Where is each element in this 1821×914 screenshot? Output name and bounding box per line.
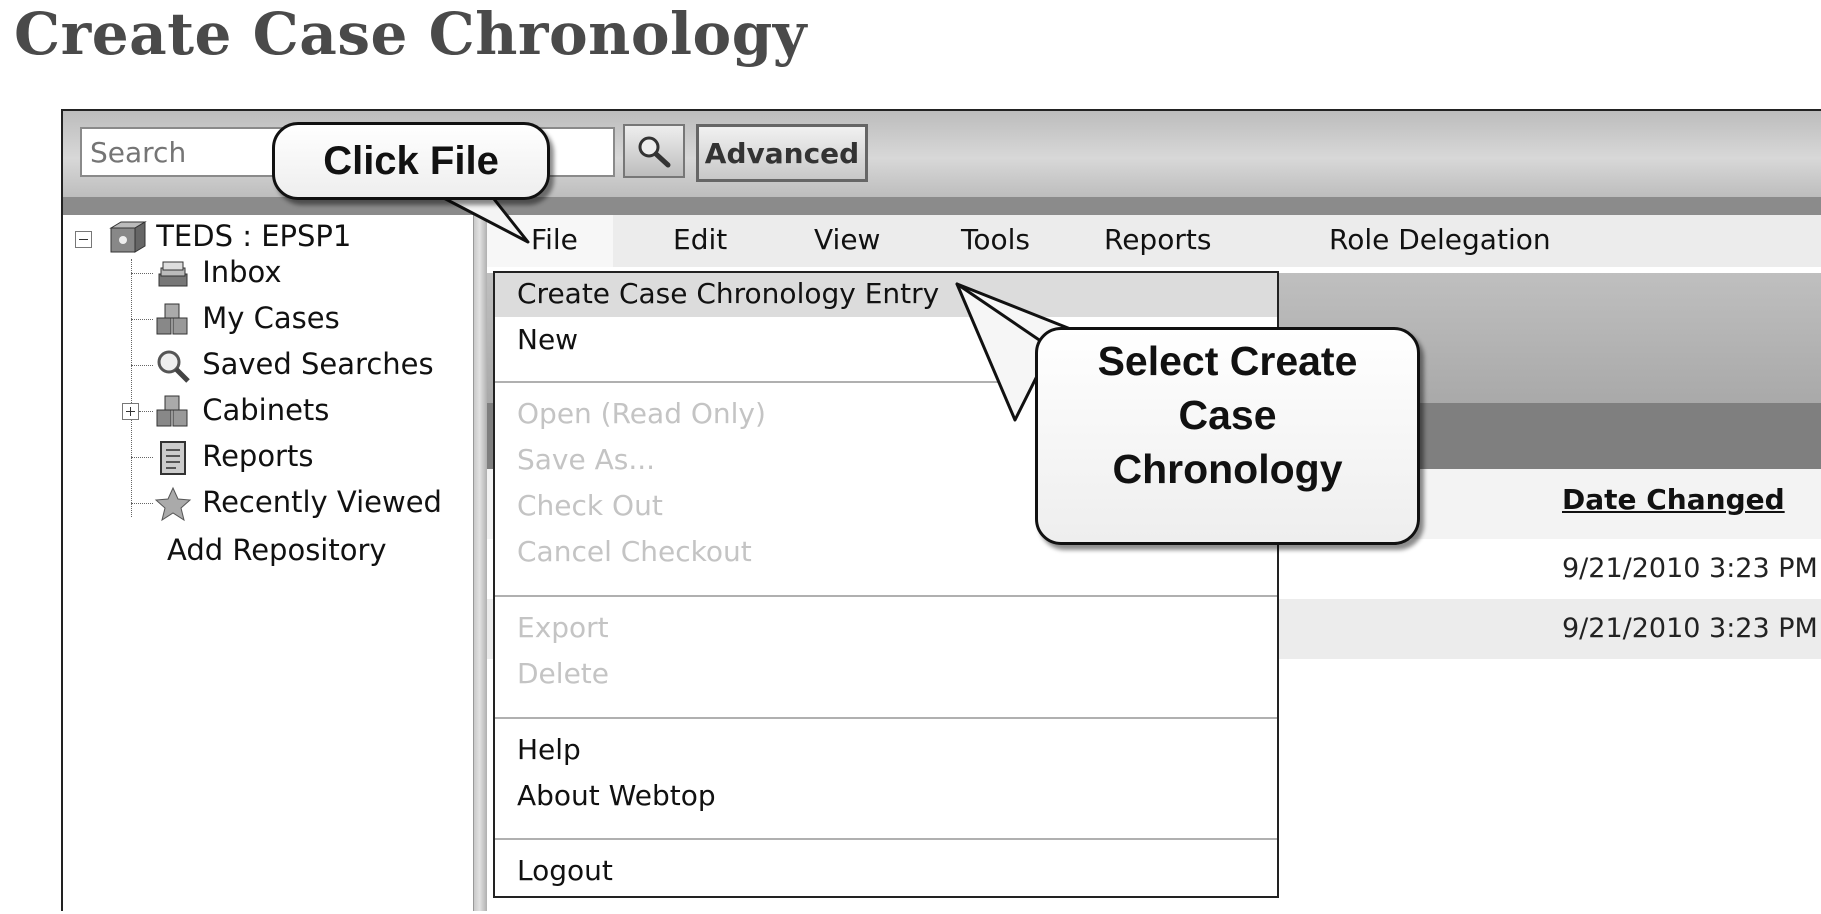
cases-icon bbox=[156, 303, 188, 335]
inbox-icon bbox=[158, 261, 188, 287]
menu-item-cancel-checkout: Cancel Checkout bbox=[517, 535, 752, 568]
tree-item-recently-viewed[interactable]: Recently Viewed bbox=[153, 485, 442, 522]
navigation-tree: TEDS : EPSP1 Inbox My Cases Saved Search… bbox=[63, 215, 473, 911]
menu-item-help[interactable]: Help bbox=[517, 733, 581, 766]
advanced-button[interactable]: Advanced bbox=[696, 124, 868, 182]
magnifier-icon bbox=[157, 350, 190, 383]
search-icon bbox=[638, 136, 671, 168]
tree-item-inbox[interactable]: Inbox bbox=[153, 255, 282, 292]
tree-root[interactable]: TEDS : EPSP1 bbox=[107, 219, 351, 256]
menu-item-logout[interactable]: Logout bbox=[517, 854, 613, 887]
document-title: Create Case Chronology bbox=[14, 0, 807, 68]
cabinet-icon bbox=[156, 395, 188, 427]
expand-cabinets-icon[interactable] bbox=[122, 403, 139, 420]
tree-item-label: Saved Searches bbox=[202, 347, 434, 381]
tree-item-reports[interactable]: Reports bbox=[153, 439, 313, 476]
report-icon bbox=[160, 441, 186, 475]
menu-item-export: Export bbox=[517, 611, 609, 644]
tree-root-label: TEDS : EPSP1 bbox=[156, 219, 352, 253]
date-cell: 9/21/2010 3:23 PM bbox=[1562, 553, 1818, 584]
menu-item-save-as: Save As... bbox=[517, 443, 656, 476]
menu-item-create-case-chronology-entry[interactable]: Create Case Chronology Entry bbox=[517, 277, 939, 310]
tree-item-label: Inbox bbox=[202, 255, 282, 289]
menu-item-about-webtop[interactable]: About Webtop bbox=[517, 779, 716, 812]
star-icon bbox=[154, 486, 192, 522]
tree-item-saved-searches[interactable]: Saved Searches bbox=[153, 347, 434, 384]
menu-edit[interactable]: Edit bbox=[673, 223, 727, 256]
callout-line: Select Create bbox=[1097, 338, 1358, 384]
collapse-root-icon[interactable] bbox=[75, 231, 92, 248]
callout-line: Case bbox=[1178, 392, 1277, 438]
menu-role-delegation[interactable]: Role Delegation bbox=[1329, 223, 1551, 256]
tree-item-my-cases[interactable]: My Cases bbox=[153, 301, 340, 338]
menu-item-delete: Delete bbox=[517, 657, 609, 690]
callout-select-create-case-chronology: Select Create Case Chronology bbox=[1035, 327, 1420, 545]
add-repository-link[interactable]: Add Repository bbox=[167, 533, 387, 567]
menu-separator bbox=[495, 717, 1277, 719]
menu-tools[interactable]: Tools bbox=[961, 223, 1030, 256]
menu-bar: File Edit View Tools Reports Role Delega… bbox=[487, 215, 1821, 267]
callout-line: Chronology bbox=[1112, 446, 1343, 492]
tree-item-label: Cabinets bbox=[202, 393, 330, 427]
tree-item-label: My Cases bbox=[202, 301, 340, 335]
column-header-date-changed[interactable]: Date Changed bbox=[1562, 483, 1785, 516]
tree-item-label: Recently Viewed bbox=[202, 485, 442, 519]
menu-reports[interactable]: Reports bbox=[1104, 223, 1211, 256]
pane-splitter[interactable] bbox=[473, 215, 488, 911]
search-button[interactable] bbox=[623, 124, 685, 178]
callout-click-file: Click File bbox=[272, 122, 550, 200]
menu-separator bbox=[495, 595, 1277, 597]
menu-item-new[interactable]: New bbox=[517, 323, 578, 356]
repository-icon bbox=[109, 221, 147, 253]
menu-view[interactable]: View bbox=[814, 223, 880, 256]
menu-item-check-out: Check Out bbox=[517, 489, 663, 522]
tree-item-label: Reports bbox=[202, 439, 314, 473]
date-cell: 9/21/2010 3:23 PM bbox=[1562, 613, 1818, 644]
tree-item-cabinets[interactable]: Cabinets bbox=[153, 393, 329, 430]
menu-separator bbox=[495, 838, 1277, 840]
menu-item-open-read-only: Open (Read Only) bbox=[517, 397, 766, 430]
